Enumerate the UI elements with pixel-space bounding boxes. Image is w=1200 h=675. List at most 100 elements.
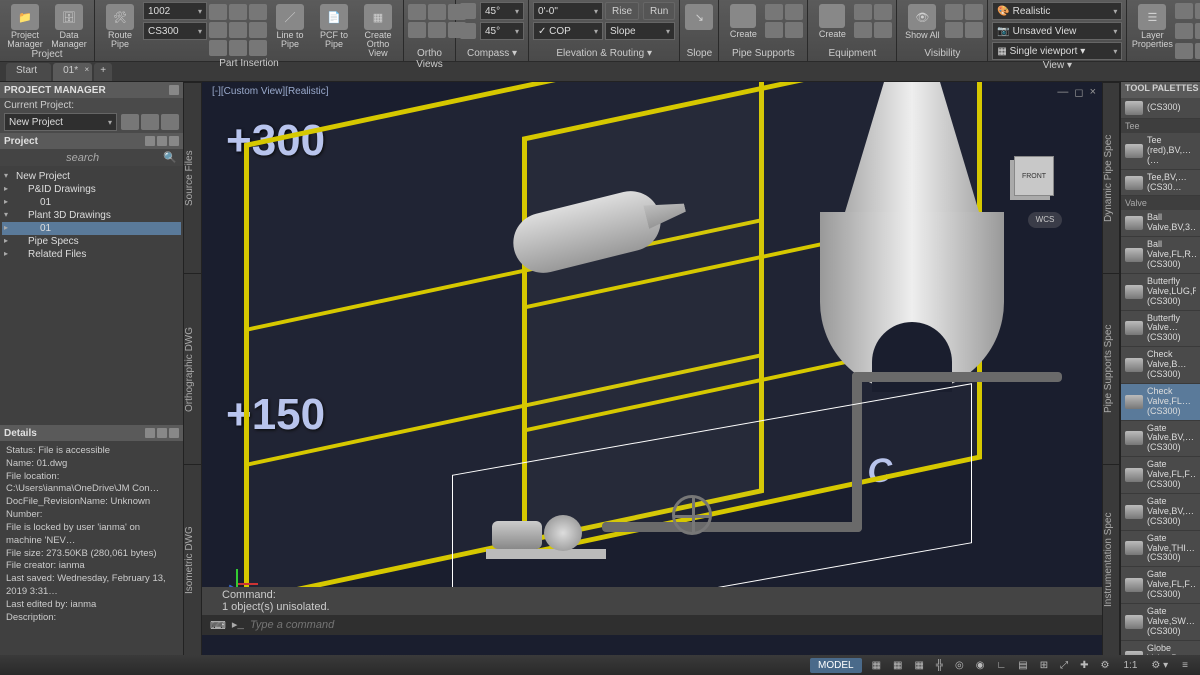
tree-node[interactable]: New Project [2,170,181,183]
status-toggle[interactable]: ⤢ [1056,660,1072,671]
panel-label-view[interactable]: View ▾ [992,60,1122,71]
tab-01[interactable]: 01*× [53,63,92,81]
route-pipe-button[interactable]: 🛠Route Pipe [99,2,141,58]
compass-angle-2[interactable]: 45° [480,22,524,40]
pcf-to-pipe-button[interactable]: 📄PCF to Pipe [313,2,355,58]
slope-tool[interactable]: ↘ [684,2,714,48]
create-equipment-button[interactable]: Create [812,2,852,48]
status-toggle[interactable]: ⚙ [1097,660,1114,671]
annotation-scale[interactable]: 1:1 [1119,660,1141,671]
ortho-btn[interactable] [408,4,426,20]
support-btn[interactable] [765,4,783,20]
fitting-btn[interactable] [249,4,267,20]
status-toggle[interactable]: ◎ [951,660,968,671]
panel-btn[interactable] [145,136,155,146]
search-icon[interactable]: 🔍 [163,151,177,164]
visual-style-combo[interactable]: 🎨 Realistic [992,2,1122,20]
palette-item[interactable]: Butterfly Valve… (CS300) [1121,311,1200,348]
fitting-btn[interactable] [229,4,247,20]
status-toggle[interactable]: ▦ [868,660,885,671]
close-icon[interactable]: × [84,65,89,74]
vis-btn[interactable] [965,22,983,38]
project-manager-button[interactable]: 📁Project Manager [4,2,46,49]
tab-start[interactable]: Start [6,63,51,81]
panel-btn[interactable] [169,136,179,146]
compass-icon[interactable] [460,3,476,19]
layer-btn[interactable] [1175,43,1193,59]
status-toggle[interactable]: ▤ [1014,660,1031,671]
ortho-btn[interactable] [428,4,446,20]
command-input[interactable] [250,619,1094,631]
palette-item[interactable]: Butterfly Valve,LUG,RF,3… (CS300) [1121,274,1200,311]
tree-node[interactable]: 01 [2,222,181,235]
panel-label-layers[interactable]: Layers ▾ [1131,60,1200,71]
viewport-3d[interactable]: [-][Custom View][Realistic] —◻× FRONT WC… [202,82,1102,655]
vis-btn[interactable] [965,4,983,20]
create-support-button[interactable]: Create [723,2,763,48]
spec-combo[interactable]: CS300 [143,22,207,40]
cop-combo[interactable]: ✓ COP [533,22,603,40]
fitting-btn[interactable] [209,4,227,20]
equip-btn[interactable] [874,22,892,38]
customize-button[interactable]: ≡ [1178,660,1192,671]
proj-btn[interactable] [121,114,139,130]
panel-label-compass[interactable]: Compass ▾ [460,48,524,61]
palette-item[interactable]: (CS300) [1121,98,1200,119]
status-menu-button[interactable]: ⚙ ▾ [1147,660,1172,671]
status-toggle[interactable]: ╬ [932,660,947,671]
viewport-controls-label[interactable]: [-][Custom View][Realistic] [212,86,329,97]
fitting-btn[interactable] [249,40,267,56]
search-bar[interactable]: search🔍 [0,149,183,166]
vis-btn[interactable] [945,22,963,38]
fitting-btn[interactable] [209,40,227,56]
status-toggle[interactable]: ▦ [910,660,927,671]
panel-btn[interactable] [157,136,167,146]
support-btn[interactable] [785,22,803,38]
palette-item[interactable]: Tee,BV,… (CS30… [1121,170,1200,197]
layer-properties-button[interactable]: ☰Layer Properties [1131,2,1173,60]
tree-node[interactable]: 01 [2,196,181,209]
ortho-btn[interactable] [428,22,446,38]
vertical-tab[interactable]: Source Files [184,82,201,273]
model-space-button[interactable]: MODEL [810,658,862,673]
palette-item[interactable]: Gate Valve,BV,… (CS300) [1121,494,1200,531]
status-toggle[interactable]: ▦ [889,660,906,671]
status-toggle[interactable]: ⊞ [1036,660,1052,671]
viewport-combo[interactable]: ▦ Single viewport ▾ [992,42,1122,60]
close-icon[interactable]: × [1090,86,1096,99]
show-all-button[interactable]: 👁Show All [901,2,943,48]
vertical-tab[interactable]: Orthographic DWG [184,273,201,464]
palette-item[interactable]: Check Valve,B… (CS300) [1121,347,1200,384]
wcs-badge[interactable]: WCS [1028,212,1062,228]
ortho-btn[interactable] [408,22,426,38]
vis-btn[interactable] [945,4,963,20]
fitting-btn[interactable] [209,22,227,38]
viewcube-face[interactable]: FRONT [1014,156,1054,196]
tree-node[interactable]: Pipe Specs [2,235,181,248]
equip-btn[interactable] [874,4,892,20]
status-toggle[interactable]: ✚ [1076,660,1092,671]
palette-item[interactable]: Tee (red),BV,… (… [1121,133,1200,170]
support-btn[interactable] [765,22,783,38]
palette-item[interactable]: Gate Valve,FL,F… (CS300) [1121,567,1200,604]
panel-btn[interactable] [157,428,167,438]
palette-item[interactable]: Gate Valve,SW… (CS300) [1121,604,1200,641]
compass-icon[interactable] [460,23,476,39]
data-manager-button[interactable]: 🗄Data Manager [48,2,90,49]
palette-item[interactable]: Gate Valve,THI… (CS300) [1121,531,1200,568]
panel-label-elevation[interactable]: Elevation & Routing ▾ [533,48,675,61]
layer-btn[interactable] [1195,23,1200,39]
vertical-tab[interactable]: Dynamic Pipe Spec [1103,82,1119,273]
support-btn[interactable] [785,4,803,20]
layer-btn[interactable] [1175,3,1193,19]
minimize-icon[interactable]: — [1057,86,1068,99]
slope-combo[interactable]: Slope [605,22,675,40]
fitting-btn[interactable] [229,40,247,56]
equip-btn[interactable] [854,4,872,20]
proj-btn[interactable] [141,114,159,130]
status-toggle[interactable]: ◉ [972,660,989,671]
status-toggle[interactable]: ∟ [992,660,1010,671]
tree-node[interactable]: Plant 3D Drawings [2,209,181,222]
palette-item[interactable]: Globe Valve,B… (CS300) [1121,641,1200,655]
panel-btn[interactable] [169,85,179,95]
